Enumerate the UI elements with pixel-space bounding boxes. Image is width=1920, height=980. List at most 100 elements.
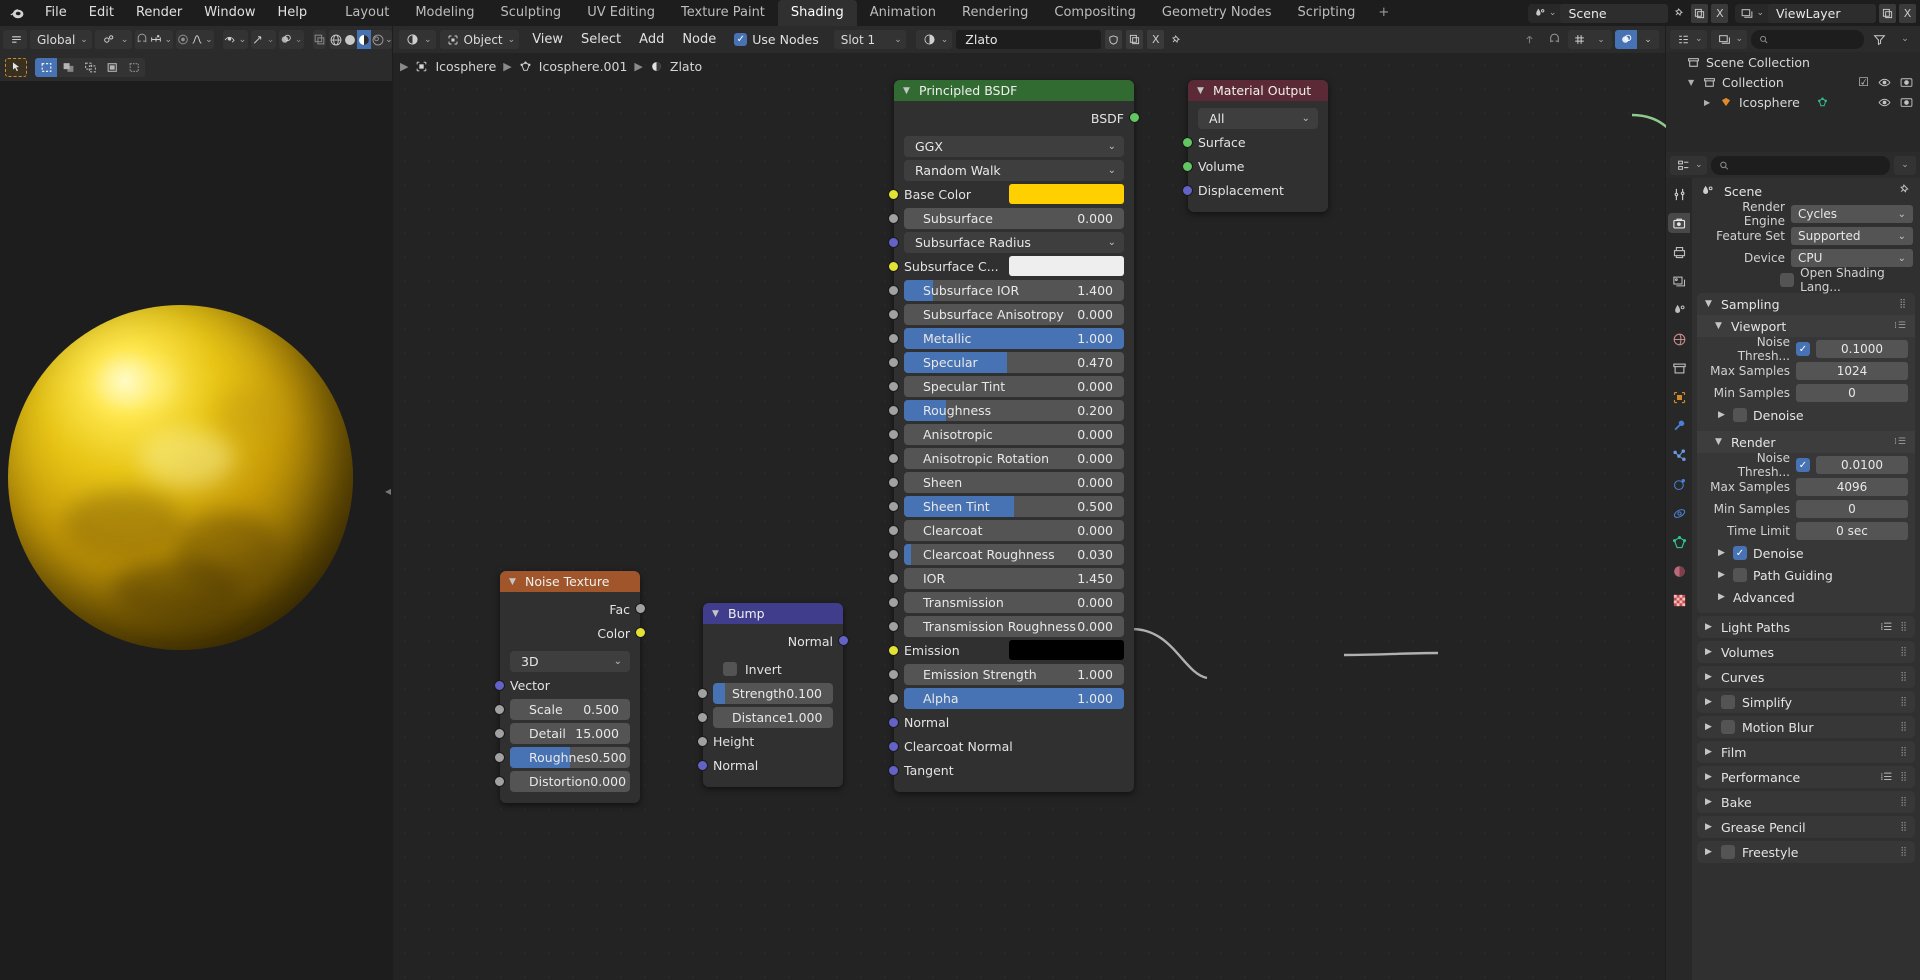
anisotropic-rotation-slider[interactable]: Anisotropic Rotation0.000 [904,448,1124,469]
bump-output-row[interactable]: Normal [713,630,833,652]
emission-swatch[interactable] [1009,640,1124,660]
noise-roughnes-slider[interactable]: Roughnes0.500 [510,747,630,768]
emission-row[interactable]: Emission [904,639,1124,661]
outliner-row-collection[interactable]: ▼Collection☑ [1666,72,1920,92]
outliner-search-field[interactable] [1773,33,1856,45]
emission-strength-slider[interactable]: Emission Strength1.000 [904,664,1124,685]
chevron-right-icon[interactable]: ▶ [1718,592,1727,602]
noise-detail-slider[interactable]: Detail15.000 [510,723,630,744]
outliner-expander[interactable]: ▶ [1704,98,1713,107]
blender-logo-icon[interactable] [0,5,34,22]
matout-surface-row[interactable]: Surface [1198,131,1318,153]
ior-row[interactable]: IOR1.450 [904,567,1124,589]
subsurface-slider[interactable]: Subsurface0.000 [904,208,1124,229]
drag-dots-icon[interactable]: ⣿ [1900,622,1907,632]
new-scene-button[interactable] [1691,4,1708,23]
clearcoat-roughness-row[interactable]: Clearcoat Roughness0.030 [904,543,1124,565]
panel-volumes[interactable]: ▶Volumes⣿ [1697,641,1915,663]
viewport-sidebar-toggle[interactable]: ◂ [385,484,391,498]
tweak-tool-icon[interactable] [5,58,27,77]
outliner-checkbox[interactable]: ☑ [1858,75,1869,89]
chevron-right-icon[interactable]: ▶ [1705,697,1714,707]
base-color-swatch[interactable] [1009,184,1124,204]
socket-emission-strength[interactable] [888,669,899,680]
tool-tab[interactable] [1668,184,1690,204]
workspace-tab-rendering[interactable]: Rendering [949,0,1041,26]
viewport-noise-threshold-row[interactable]: Noise Thresh... ✓ 0.1000 [1704,339,1908,359]
chevron-right-icon[interactable]: ▶ [1718,410,1727,420]
render-denoise-row[interactable]: ▶ ✓ Denoise [1704,543,1908,563]
distribution-row[interactable]: GGX ⌄ [904,135,1124,157]
drag-dots-icon[interactable]: ⣿ [1900,747,1907,757]
subsurface-ior-slider[interactable]: Subsurface IOR1.400 [904,280,1124,301]
socket-bsdf-normal[interactable] [888,717,899,728]
render-subpanel-header[interactable]: ▼ Render ⁞☰ [1697,431,1915,453]
alpha-slider[interactable]: Alpha1.000 [904,688,1124,709]
drag-dots-icon[interactable]: ⣿ [1900,847,1907,857]
chevron-down-icon[interactable]: ▼ [1705,299,1714,309]
outliner-row-scene-collection[interactable]: Scene Collection [1666,52,1920,72]
material-tab[interactable] [1668,561,1690,581]
noise-distortion-row[interactable]: Distortion0.000 [510,770,630,792]
breadcrumb-collapse-icon[interactable]: ▶ [400,60,408,73]
sheen-row[interactable]: Sheen0.000 [904,471,1124,493]
shader-pin-icon[interactable] [1168,30,1185,49]
visibility-eye-icon[interactable] [223,30,237,49]
chevron-right-icon[interactable]: ▶ [1718,548,1727,558]
target-dropdown[interactable]: All ⌄ [1198,108,1318,129]
subtract-select-icon[interactable] [79,58,101,77]
socket-transmission-roughness[interactable] [888,621,899,632]
socket-subsurface[interactable] [888,213,899,224]
falloff-chevron-icon[interactable]: ⌄ [204,30,214,49]
outliner-row-icosphere[interactable]: ▶Icosphere [1666,92,1920,112]
subsurface-radius-row[interactable]: Subsurface Radius ⌄ [904,231,1124,253]
node-bump[interactable]: ▼ Bump Normal Invert Strength0.100Distan… [703,603,843,787]
socket-specular-tint[interactable] [888,381,899,392]
xray-toggle-icon[interactable] [313,30,326,49]
emission-strength-row[interactable]: Emission Strength1.000 [904,663,1124,685]
properties-pin-icon[interactable] [1899,183,1912,199]
object-tab[interactable] [1668,387,1690,407]
subsurface-ior-row[interactable]: Subsurface IOR1.400 [904,279,1124,301]
chevron-down-icon[interactable]: ▼ [1715,321,1724,331]
presets-icon[interactable]: ⁞☰ [1880,772,1892,783]
render-noise-threshold-value[interactable]: 0.0100 [1816,456,1908,474]
node-noise-texture[interactable]: ▼ Noise Texture FacColor 3D ⌄ Vector [500,571,640,803]
socket-anisotropic[interactable] [888,429,899,440]
viewport-min-samples-row[interactable]: Min Samples 0 [1704,383,1908,403]
socket-noise-color[interactable] [635,627,646,638]
chevron-right-icon[interactable]: ▶ [1705,647,1714,657]
breadcrumb-item-icosphere[interactable]: Icosphere [435,59,496,74]
panel-performance[interactable]: ▶Performance⁞☰⣿ [1697,766,1915,788]
slot-dropdown[interactable]: Slot 1 ⌄ [834,30,906,49]
socket-matout-surface[interactable] [1182,137,1193,148]
socket-noise-distortion[interactable] [494,776,505,787]
render-camera-icon[interactable] [1900,96,1913,108]
panel-bake[interactable]: ▶Bake⣿ [1697,791,1915,813]
bump-distance-row[interactable]: Distance1.000 [713,706,833,728]
shading-material-preview-icon[interactable] [357,30,371,49]
transform-orientation-dropdown[interactable]: Global ⌄ [30,30,92,49]
particles-tab[interactable] [1668,445,1690,465]
workspace-tab-scripting[interactable]: Scripting [1285,0,1369,26]
clearcoat-row[interactable]: Clearcoat0.000 [904,519,1124,541]
delete-viewlayer-button[interactable]: X [1899,4,1916,23]
bsdf-output-row[interactable]: BSDF [904,107,1124,129]
drag-dots-icon[interactable]: ⣿ [1900,822,1907,832]
distribution-dropdown[interactable]: GGX ⌄ [904,136,1124,157]
chevron-down-icon[interactable]: ▼ [1715,437,1724,447]
base-color-row[interactable]: Base Color [904,183,1124,205]
shader-editor-type-selector[interactable]: ⌄ [399,30,436,49]
render-max-samples-row[interactable]: Max Samples 4096 [1704,477,1908,497]
alpha-row[interactable]: Alpha1.000 [904,687,1124,709]
socket-bump-distance[interactable] [697,712,708,723]
breadcrumb-item-zlato[interactable]: Zlato [670,59,702,74]
anisotropic-slider[interactable]: Anisotropic0.000 [904,424,1124,445]
properties-editor-type-selector[interactable]: ⌄ [1670,156,1707,175]
socket-clearcoat[interactable] [888,525,899,536]
socket-transmission[interactable] [888,597,899,608]
outliner-editor-type-selector[interactable]: ⌄ [1670,30,1707,49]
socket-alpha[interactable] [888,693,899,704]
output-tab[interactable] [1668,242,1690,262]
viewport-max-samples-value[interactable]: 1024 [1796,362,1908,380]
